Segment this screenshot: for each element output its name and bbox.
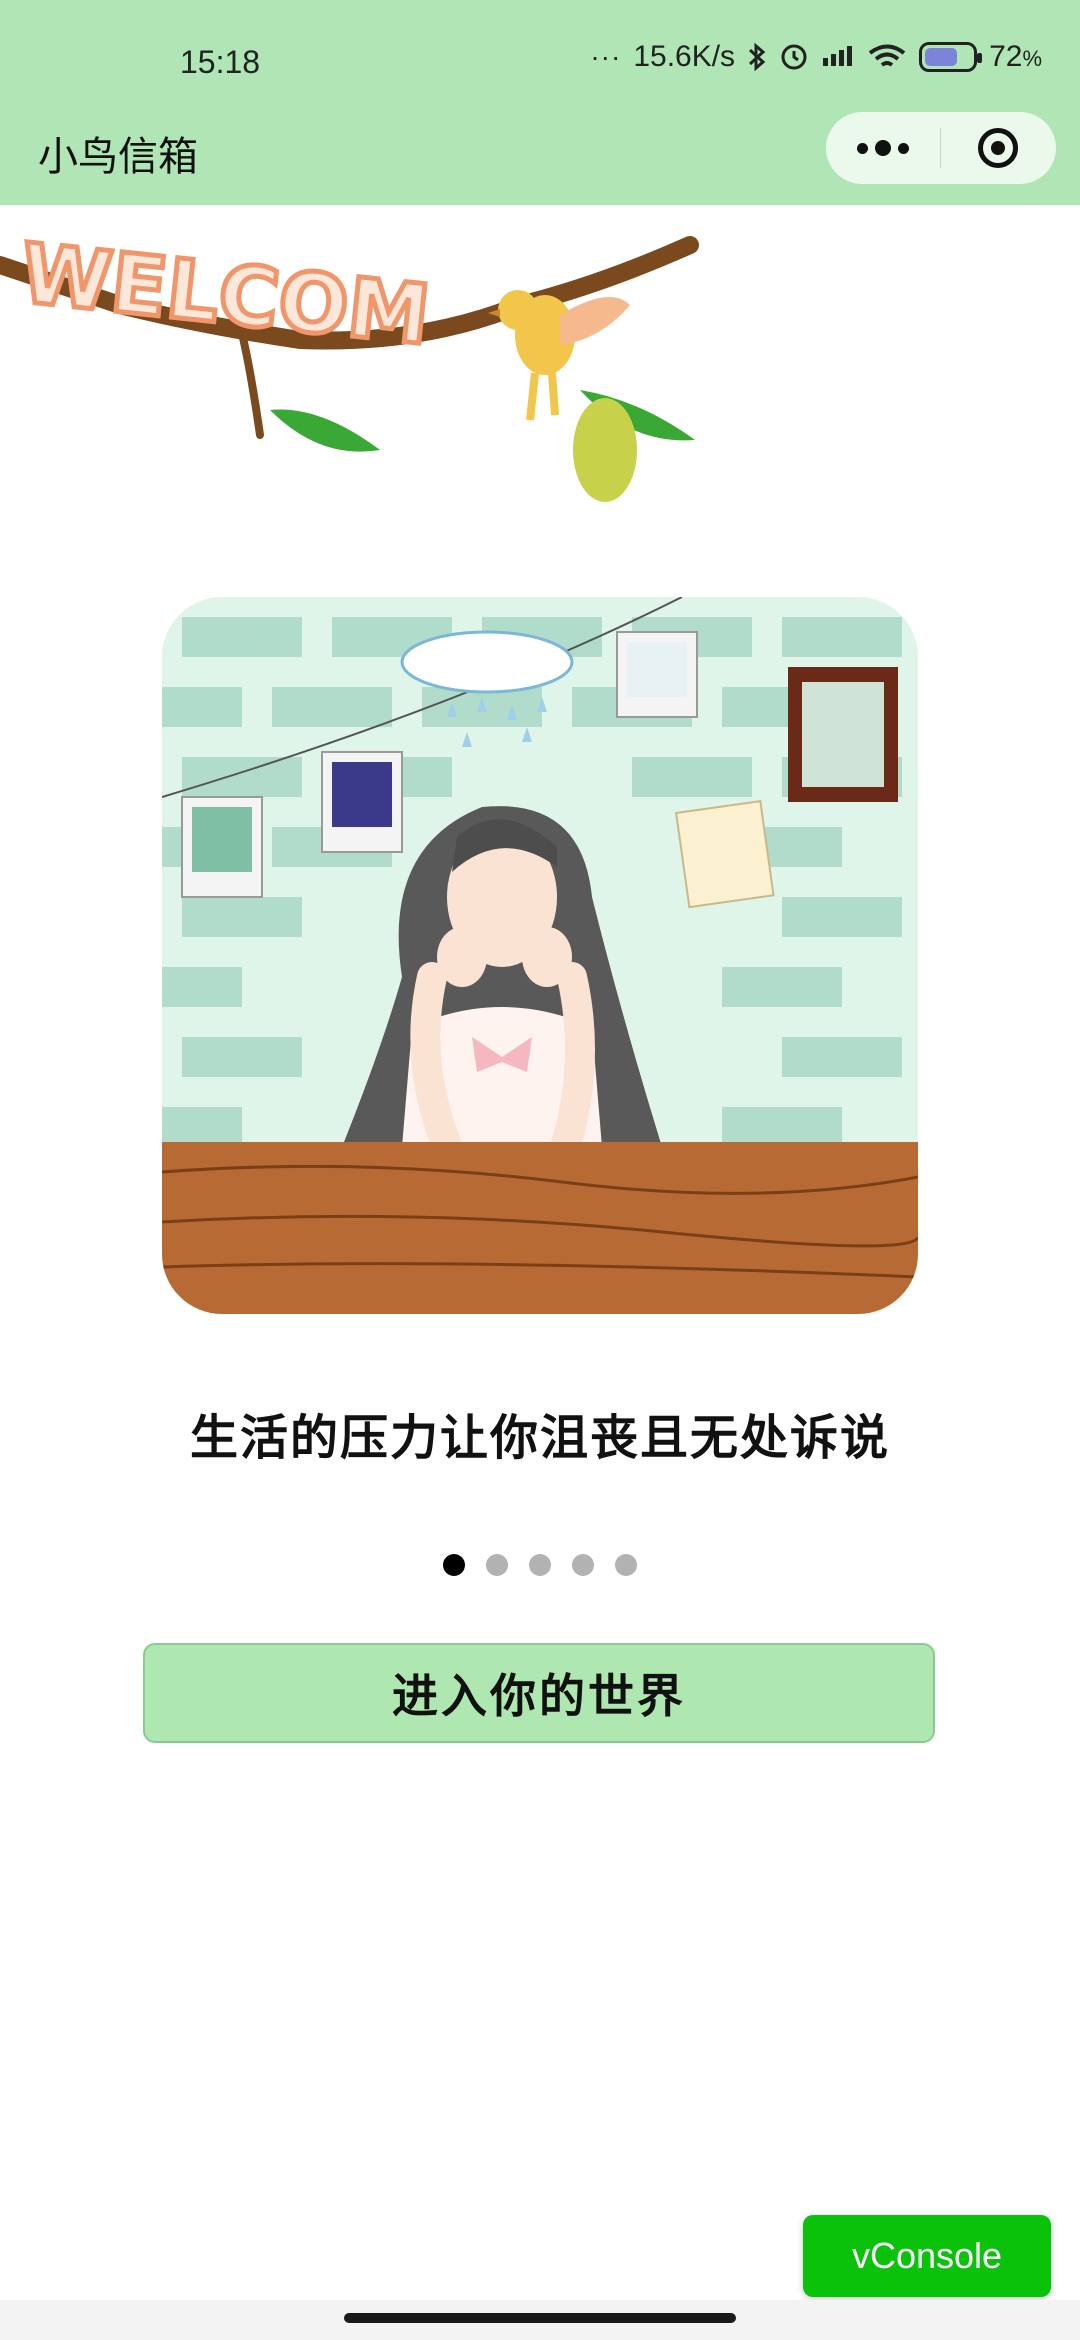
- bluetooth-icon: [749, 42, 766, 72]
- carousel-dot-3[interactable]: [529, 1554, 551, 1576]
- carousel-dot-2[interactable]: [486, 1554, 508, 1576]
- welcome-text: WELCOM: [16, 226, 434, 363]
- top-bar: 15:18 ··· 15.6K/s 72% 小鸟信箱: [0, 0, 1080, 205]
- enter-world-button[interactable]: 进入你的世界: [143, 1643, 935, 1743]
- wifi-icon: [868, 44, 906, 67]
- slide-caption: 生活的压力让你沮丧且无处诉说: [189, 1410, 890, 1466]
- battery-icon: [919, 42, 983, 72]
- more-notifications-icon: ···: [590, 41, 622, 72]
- vconsole-button[interactable]: vConsole: [803, 2215, 1051, 2297]
- carousel-dot-1[interactable]: [443, 1554, 465, 1576]
- status-bar: 15:18 ··· 15.6K/s 72%: [0, 0, 1080, 120]
- miniprogram-capsule: [826, 112, 1056, 184]
- slide-illustration: [162, 597, 918, 1314]
- carousel-indicator: [0, 1554, 1080, 1576]
- carousel-dot-4[interactable]: [572, 1554, 594, 1576]
- welcome-banner-image: WELCOM: [0, 224, 699, 502]
- battery-percent: 72%: [989, 40, 1042, 73]
- status-icons: ··· 15.6K/s 72%: [590, 40, 1042, 74]
- more-menu-button[interactable]: [826, 112, 940, 184]
- target-icon: [978, 128, 1018, 168]
- home-indicator[interactable]: [344, 2313, 736, 2323]
- alarm-icon: [781, 44, 807, 70]
- page-title: 小鸟信箱: [38, 134, 198, 180]
- status-time: 15:18: [180, 44, 261, 80]
- carousel-dot-5[interactable]: [615, 1554, 637, 1576]
- signal-icon: [823, 46, 853, 66]
- close-miniprogram-button[interactable]: [941, 112, 1055, 184]
- network-speed: 15.6K/s: [633, 40, 736, 73]
